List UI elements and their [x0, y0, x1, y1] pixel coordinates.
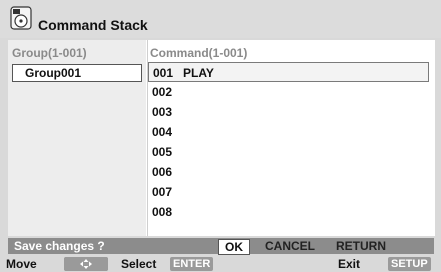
command-row[interactable]: 008	[148, 202, 435, 222]
footer-help: Move Select ENTER Exit SETUP	[0, 256, 441, 272]
disc-folder-icon	[10, 6, 32, 30]
arrow-keys-icon	[64, 257, 108, 271]
return-button[interactable]: RETURN	[336, 238, 386, 254]
command-number: 003	[152, 105, 173, 119]
setup-key-badge: SETUP	[388, 257, 431, 271]
ok-button[interactable]: OK	[218, 239, 250, 255]
command-number: 002	[152, 85, 173, 99]
page-title: Command Stack	[38, 17, 148, 33]
command-number: 008	[152, 205, 173, 219]
command-row[interactable]: 003	[148, 102, 435, 122]
main-panel: Group(1-001) Group001 Command(1-001) 001…	[8, 40, 435, 236]
group-column: Group(1-001) Group001	[8, 40, 146, 236]
command-action: PLAY	[183, 66, 214, 80]
command-number: 004	[152, 125, 173, 139]
group-column-header: Group(1-001)	[12, 46, 87, 60]
move-label: Move	[6, 257, 37, 271]
command-number: 006	[152, 165, 173, 179]
command-column-header: Command(1-001)	[150, 46, 248, 60]
cancel-button[interactable]: CANCEL	[265, 238, 315, 254]
command-list: 001 PLAY 002 003 004 005 006 007 008	[148, 62, 435, 222]
command-row[interactable]: 004	[148, 122, 435, 142]
exit-label: Exit	[338, 257, 361, 271]
group-item[interactable]: Group001	[12, 64, 142, 82]
command-row[interactable]: 006	[148, 162, 435, 182]
command-row[interactable]: 002	[148, 82, 435, 102]
command-column: Command(1-001) 001 PLAY 002 003 004 005 0…	[147, 40, 435, 236]
enter-key-badge: ENTER	[170, 257, 214, 271]
title-bar: Command Stack	[0, 0, 441, 38]
command-row[interactable]: 005	[148, 142, 435, 162]
command-number: 007	[152, 185, 173, 199]
command-number: 005	[152, 145, 173, 159]
command-row[interactable]: 001 PLAY	[148, 62, 429, 82]
command-row[interactable]: 007	[148, 182, 435, 202]
save-changes-prompt: Save changes ?	[14, 239, 105, 253]
select-label: Select	[121, 257, 157, 271]
command-number: 001	[153, 66, 174, 80]
save-prompt-bar: Save changes ? OK CANCEL RETURN	[8, 238, 434, 255]
